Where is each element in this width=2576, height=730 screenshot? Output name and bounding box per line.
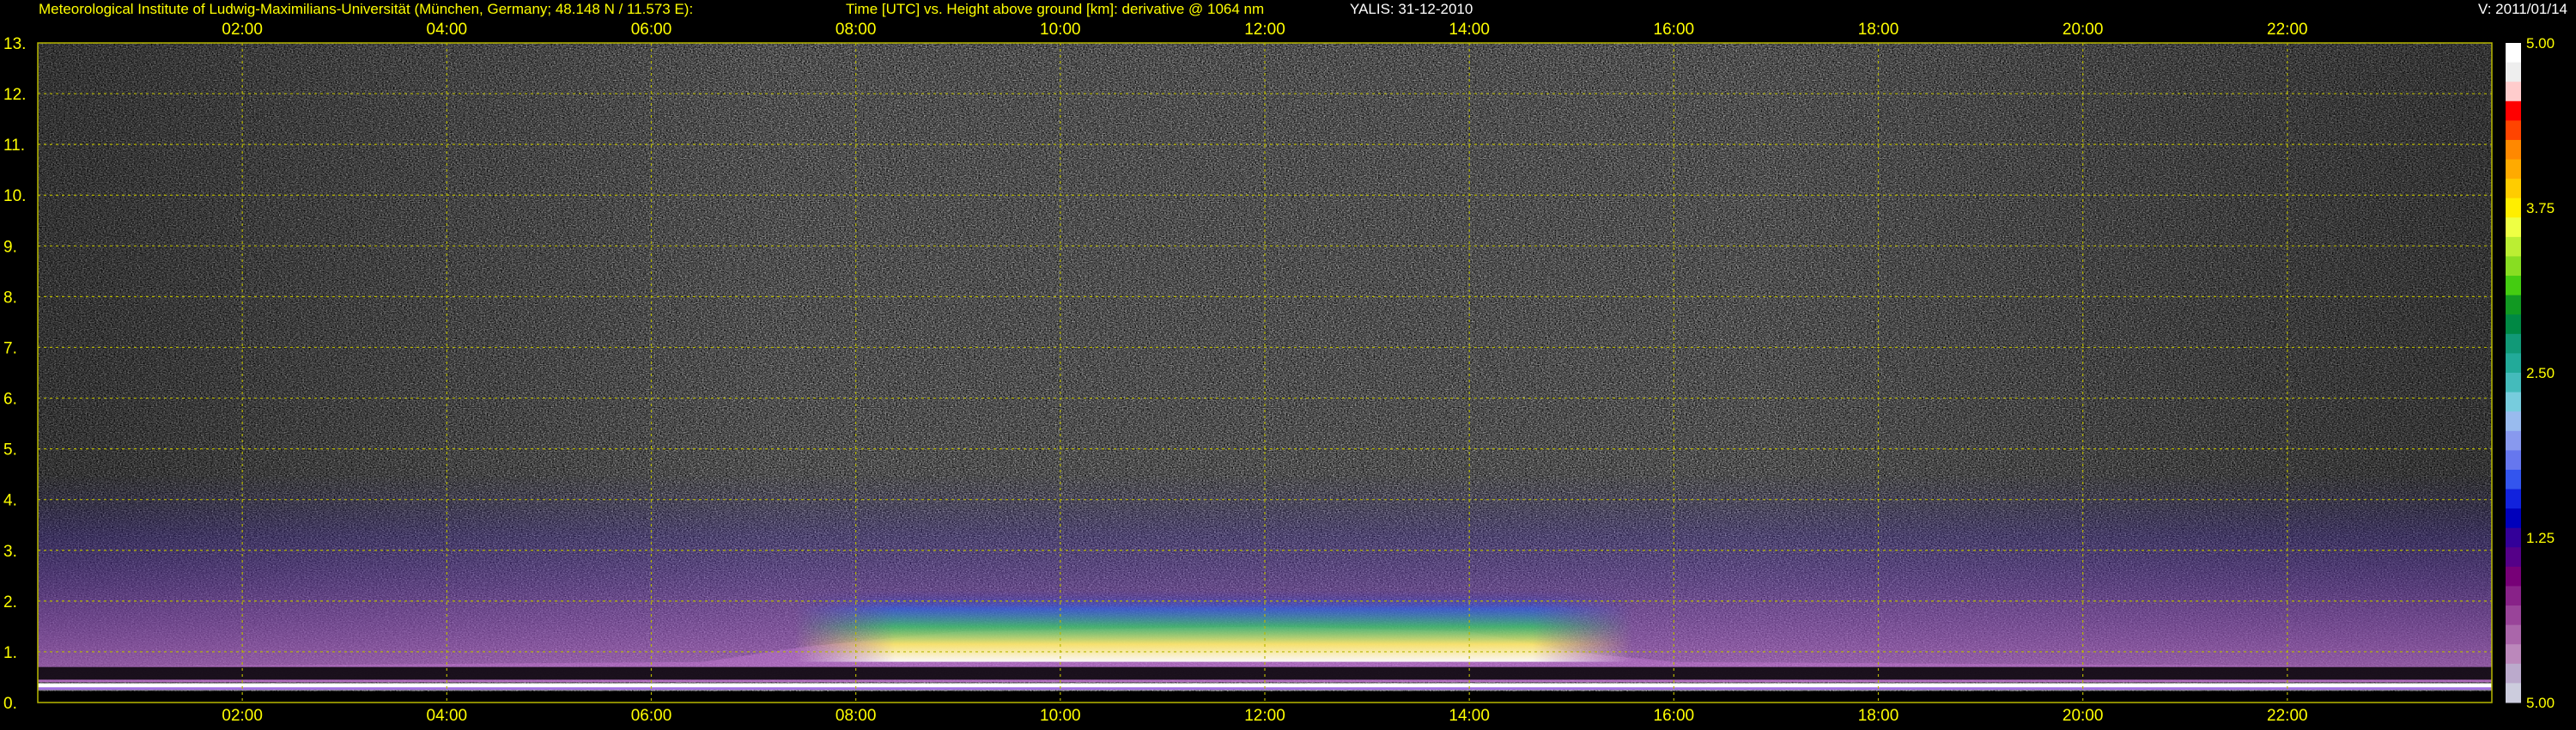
y-axis: 0. 1. 2. 3. 4. 5. 6. 7. 8. 9. 10. 11. 12. 13. — [3, 35, 26, 713]
x-tick-label-bottom: 14:00 — [1449, 707, 1490, 725]
colorbar-swatch — [2506, 683, 2521, 703]
x-tick-label-top: 16:00 — [1654, 21, 1695, 39]
y-tick-label: 2. — [3, 593, 17, 611]
colorbar-swatch — [2506, 566, 2521, 587]
x-tick-label-bottom: 16:00 — [1654, 707, 1695, 725]
x-tick-label-bottom: 22:00 — [2267, 707, 2308, 725]
x-tick-label-bottom: 06:00 — [631, 707, 672, 725]
x-tick-label-top: 12:00 — [1244, 21, 1285, 39]
x-tick-label-bottom: 10:00 — [1040, 707, 1081, 725]
colorbar-swatch — [2506, 276, 2521, 296]
convective-layer — [794, 591, 1633, 662]
colorbar-label: 3.75 — [2526, 200, 2555, 216]
y-tick-label: 0. — [3, 695, 17, 713]
colorbar-label: 2.50 — [2526, 365, 2555, 381]
x-tick-label-top: 08:00 — [835, 21, 877, 39]
y-tick-label: 11. — [3, 137, 25, 155]
y-tick-label: 9. — [3, 238, 17, 256]
colorbar-swatch — [2506, 392, 2521, 412]
x-tick-label-top: 04:00 — [427, 21, 468, 39]
x-tick-label-top: 22:00 — [2267, 21, 2308, 39]
colorbar-swatch — [2506, 236, 2521, 257]
colorbar-swatch — [2506, 547, 2521, 568]
colorbar-swatch — [2506, 179, 2521, 199]
colorbar-swatch — [2506, 373, 2521, 393]
x-tick-label-bottom: 18:00 — [1858, 707, 1899, 725]
y-tick-label: 8. — [3, 289, 17, 307]
x-tick-label-bottom: 04:00 — [427, 707, 468, 725]
colorbar-swatch — [2506, 644, 2521, 665]
x-tick-label-top: 02:00 — [222, 21, 263, 39]
colorbar-swatch — [2506, 489, 2521, 509]
x-tick-label-top: 20:00 — [2063, 21, 2104, 39]
colorbar-swatch — [2506, 217, 2521, 238]
colorbar-swatch — [2506, 295, 2521, 315]
colorbar-swatch — [2506, 333, 2521, 354]
colorbar-label: 5.00 — [2526, 695, 2555, 711]
x-tick-label-top: 06:00 — [631, 21, 672, 39]
colorbar-swatch — [2506, 43, 2521, 64]
colorbar-swatch — [2506, 62, 2521, 82]
colorbar-swatch — [2506, 508, 2521, 529]
colorbar-swatch — [2506, 663, 2521, 684]
y-tick-label: 13. — [3, 35, 26, 53]
colorbar-swatch — [2506, 314, 2521, 335]
y-tick-label: 6. — [3, 391, 17, 409]
y-tick-label: 12. — [3, 86, 26, 104]
colorbar-swatch — [2506, 159, 2521, 179]
x-tick-label-top: 14:00 — [1449, 21, 1490, 39]
colorbar-swatch — [2506, 256, 2521, 277]
x-tick-label-top: 10:00 — [1040, 21, 1081, 39]
y-tick-label: 3. — [3, 543, 17, 561]
x-axis-bottom: 02:00 04:00 06:00 08:00 10:00 12:00 14:00 16:00… — [222, 707, 2307, 725]
colorbar-swatch — [2506, 82, 2521, 102]
colorbar-swatch — [2506, 527, 2521, 548]
colorbar-label: 1.25 — [2526, 530, 2555, 546]
y-tick-label: 5. — [3, 441, 17, 459]
y-tick-label: 7. — [3, 339, 17, 357]
x-tick-label-bottom: 12:00 — [1244, 707, 1285, 725]
colorbar-swatch — [2506, 139, 2521, 161]
colorbar-swatch — [2506, 353, 2521, 374]
colorbar-swatch — [2506, 100, 2521, 121]
x-axis-top: 02:00 04:00 06:00 08:00 10:00 12:00 14:00 16:00… — [222, 21, 2307, 39]
colorbar-swatch — [2506, 120, 2521, 141]
x-tick-label-bottom: 08:00 — [835, 707, 877, 725]
colorbar-swatch — [2506, 624, 2521, 645]
colorbar-swatch — [2506, 411, 2521, 432]
x-tick-label-top: 18:00 — [1858, 21, 1899, 39]
colorbar-swatch — [2506, 430, 2521, 451]
colorbar-swatch — [2506, 198, 2521, 218]
colorbar: 5.00 3.75 2.50 1.25 5.00 — [2506, 35, 2555, 711]
x-tick-label-bottom: 20:00 — [2063, 707, 2104, 725]
y-tick-label: 10. — [3, 187, 26, 205]
colorbar-swatch — [2506, 586, 2521, 606]
colorbar-swatch — [2506, 605, 2521, 626]
x-tick-label-bottom: 02:00 — [222, 707, 263, 725]
y-tick-label: 4. — [3, 492, 17, 510]
colorbar-swatch — [2506, 469, 2521, 490]
colorbar-label: 5.00 — [2526, 35, 2555, 52]
y-tick-label: 1. — [3, 644, 17, 662]
colorbar-swatch — [2506, 450, 2521, 471]
lidar-heatmap-chart: 02:00 04:00 06:00 08:00 10:00 12:00 14:00 16:00… — [3, 21, 2555, 725]
